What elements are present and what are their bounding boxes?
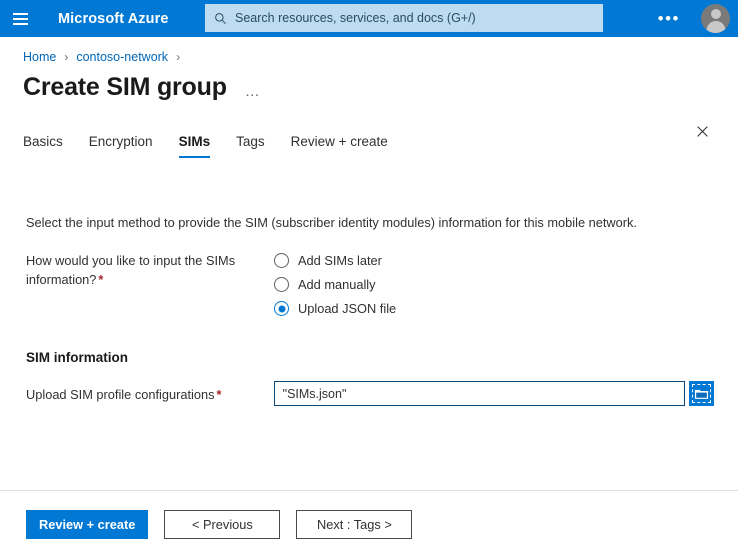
page-more-menu-icon[interactable]: …	[245, 83, 262, 100]
upload-sim-profile-input[interactable]	[274, 381, 685, 406]
input-method-label-text: How would you like to input the SIMs inf…	[26, 253, 235, 287]
radio-label: Add SIMs later	[298, 253, 382, 268]
radio-circle-icon	[274, 253, 289, 268]
radio-add-sims-later[interactable]: Add SIMs later	[274, 253, 396, 268]
radio-add-manually[interactable]: Add manually	[274, 277, 396, 292]
form-content: Select the input method to provide the S…	[0, 214, 738, 407]
global-search-input[interactable]: Search resources, services, and docs (G+…	[205, 4, 603, 32]
create-sim-group-blade: Home › contoso-network › Create SIM grou…	[0, 37, 738, 555]
avatar-head-shape	[711, 9, 721, 19]
tab-review-create[interactable]: Review + create	[291, 134, 388, 158]
radio-circle-selected-icon	[274, 301, 289, 316]
intro-description: Select the input method to provide the S…	[26, 214, 714, 233]
radio-circle-icon	[274, 277, 289, 292]
upload-sim-profile-label: Upload SIM profile configurations*	[26, 382, 274, 405]
required-asterisk: *	[217, 387, 222, 402]
wizard-tabs: Basics Encryption SIMs Tags Review + cre…	[0, 134, 738, 158]
radio-label: Upload JSON file	[298, 301, 396, 316]
tab-basics[interactable]: Basics	[23, 134, 63, 158]
input-method-field-row: How would you like to input the SIMs inf…	[26, 252, 714, 316]
close-icon[interactable]	[688, 117, 716, 145]
breadcrumb-separator-icon: ›	[176, 50, 180, 64]
upload-sim-profile-row: Upload SIM profile configurations*	[26, 381, 714, 406]
radio-label: Add manually	[298, 277, 376, 292]
required-asterisk: *	[98, 272, 103, 287]
search-placeholder-text: Search resources, services, and docs (G+…	[235, 11, 476, 25]
wizard-footer: Review + create < Previous Next : Tags >	[26, 510, 412, 539]
hamburger-bar	[13, 18, 28, 20]
breadcrumb: Home › contoso-network ›	[0, 37, 738, 64]
user-avatar-icon[interactable]	[701, 4, 730, 33]
tab-sims[interactable]: SIMs	[179, 134, 211, 158]
footer-divider	[0, 490, 738, 491]
radio-upload-json-file[interactable]: Upload JSON file	[274, 301, 396, 316]
page-title: Create SIM group	[23, 74, 227, 102]
azure-brand-link[interactable]: Microsoft Azure	[58, 11, 169, 27]
upload-sim-profile-label-text: Upload SIM profile configurations	[26, 387, 215, 402]
next-tags-button[interactable]: Next : Tags >	[296, 510, 412, 539]
sim-information-heading: SIM information	[26, 350, 714, 365]
tab-tags[interactable]: Tags	[236, 134, 265, 158]
azure-top-header: Microsoft Azure Search resources, servic…	[0, 0, 738, 37]
input-method-label: How would you like to input the SIMs inf…	[26, 252, 274, 316]
hamburger-menu-icon[interactable]	[0, 0, 40, 37]
title-row: Create SIM group …	[0, 64, 738, 102]
header-more-menu-icon[interactable]: •••	[652, 0, 686, 37]
hamburger-bar	[13, 23, 28, 25]
review-create-button[interactable]: Review + create	[26, 510, 148, 539]
hamburger-bar	[13, 13, 28, 15]
breadcrumb-item-home[interactable]: Home	[23, 50, 56, 64]
search-icon	[214, 12, 227, 25]
previous-button[interactable]: < Previous	[164, 510, 280, 539]
avatar-body-shape	[706, 21, 725, 33]
input-method-radio-group: Add SIMs later Add manually Upload JSON …	[274, 252, 396, 316]
folder-browse-icon[interactable]	[689, 381, 714, 406]
tab-encryption[interactable]: Encryption	[89, 134, 153, 158]
breadcrumb-separator-icon: ›	[64, 50, 68, 64]
breadcrumb-item-contoso-network[interactable]: contoso-network	[76, 50, 168, 64]
